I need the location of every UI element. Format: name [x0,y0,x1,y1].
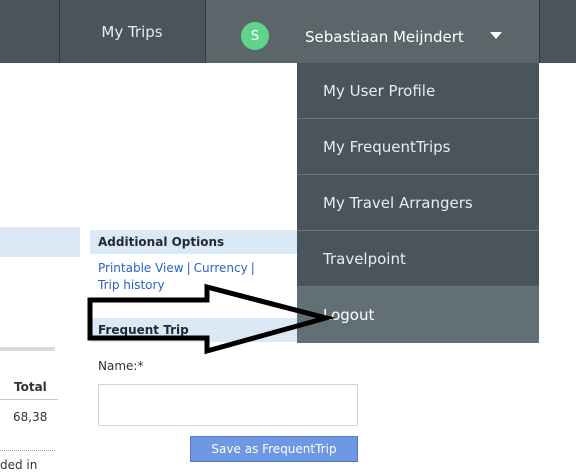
frequent-trip-header: Frequent Trip [90,318,297,342]
link-separator: | [186,261,191,275]
total-amount: 68,38 [13,410,48,424]
total-column-header: Total [14,380,47,394]
user-name: Sebastiaan Meijndert [305,28,464,46]
menu-item-logout[interactable]: Logout [297,287,539,343]
top-nav-bar: My Trips S Sebastiaan Meijndert [0,0,576,63]
nav-separator [539,0,540,63]
name-field-label: Name:* [98,359,144,373]
menu-item-frequent-trips[interactable]: My FrequentTrips [297,119,539,175]
avatar: S [241,22,269,50]
left-divider [0,347,55,351]
menu-item-user-profile[interactable]: My User Profile [297,63,539,119]
menu-item-travelpoint[interactable]: Travelpoint [297,231,539,287]
trip-history-link[interactable]: Trip history [98,278,165,292]
currency-link[interactable]: Currency [194,261,248,275]
caret-down-icon [490,32,502,39]
additional-options-header: Additional Options [90,230,297,254]
user-dropdown-menu: My User Profile My FrequentTrips My Trav… [297,63,539,343]
left-section-header [0,227,80,257]
printable-view-link[interactable]: Printable View [98,261,184,275]
user-menu-toggle[interactable]: S Sebastiaan Meijndert [206,0,539,63]
frequent-trip-name-input[interactable] [98,384,358,426]
menu-item-travel-arrangers[interactable]: My Travel Arrangers [297,175,539,231]
save-frequent-trip-button[interactable]: Save as FrequentTrip [190,436,358,462]
table-rule [0,399,58,400]
link-separator: | [250,261,255,275]
dotted-divider [0,450,55,451]
nav-my-trips[interactable]: My Trips [59,0,205,63]
options-links: Printable View | Currency | Trip history [98,260,294,294]
